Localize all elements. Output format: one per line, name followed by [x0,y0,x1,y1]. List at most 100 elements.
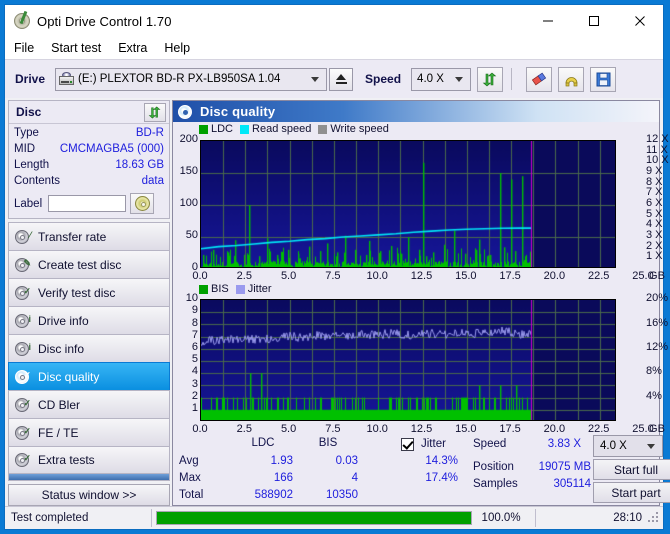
save-icon [596,72,611,86]
sidebar-item-create-test-disc[interactable]: ✎ Create test disc [8,250,170,278]
speed-select-value: 4.0 X [417,73,444,85]
disc-contents-label: Contents [14,175,61,187]
minimize-icon[interactable] [525,5,571,37]
menu-start-test[interactable]: Start test [51,41,101,55]
stats-col-ldc: LDC [251,437,275,449]
drive-icon [59,72,75,86]
toolbar-divider [511,68,513,90]
bis-y-tick: 6 [191,340,198,353]
stats-ldc-total: 588902 [254,489,293,501]
save-button[interactable] [590,66,617,92]
disc-label-label: Label [14,197,43,210]
menu-extra[interactable]: Extra [118,41,147,55]
sidebar-item-disc-quality[interactable]: ✓ Disc quality [8,362,170,390]
disc-icon: i [15,313,31,328]
disc-length-value: 18.63 GB [115,159,164,171]
status-message: Test completed [11,512,89,524]
legend-item-jitter: Jitter [235,283,272,295]
ldc-x-tick: 17.5 [499,270,521,282]
menu-file[interactable]: File [14,41,34,55]
sidebar-nav: ⁄ Transfer rate ✎ Create test disc ✓ Ver… [8,222,170,474]
status-bar: Test completed 100.0% 28:10 [5,506,663,529]
menu-bar: File Start test Extra Help [5,37,663,59]
test-speed-select[interactable]: 4.0 X [593,435,663,457]
maximize-icon[interactable] [571,5,617,37]
app-disc-icon [13,10,31,30]
legend-label-ldc: LDC [211,123,234,135]
legend-item-ldc: LDC [199,123,233,135]
legend-item-bis: BIS [199,283,229,295]
stats-jitter-avg: 14.3% [425,455,458,467]
ldc-y-tick: 50 [185,229,198,241]
disc-icon: i [15,341,31,356]
ldc-y-tick: 150 [179,165,198,177]
ldc-y2-tick: 3 X [646,229,663,241]
position-stat-value: 19075 MB [538,461,591,473]
disc-icon: ✎ [15,257,31,272]
menu-help[interactable]: Help [164,41,190,55]
sidebar-item-disc-info[interactable]: i Disc info [8,334,170,362]
start-full-button[interactable]: Start full [593,459,670,480]
jitter-checkbox[interactable] [401,438,414,451]
erase-button[interactable] [526,66,553,92]
disc-type-value: BD-R [135,127,164,139]
ldc-x-tick: 2.5 [236,270,252,282]
ldc-x-tick: 5.0 [280,270,297,282]
main-body: Disc Type BD-R MID CMCMAGBA5 (000) Lengt… [5,98,670,506]
bis-y-tick: 9 [191,304,198,317]
ldc-x-unit: GB [649,270,665,282]
legend-label-write-speed: Write speed [330,123,389,135]
bis-y-tick: 5 [191,353,198,366]
sidebar-item-transfer-rate[interactable]: ⁄ Transfer rate [8,222,170,250]
status-window-button[interactable]: Status window >> [8,484,170,506]
sidebar-item-drive-info[interactable]: i Drive info [8,306,170,334]
stats-ldc-max: 166 [273,472,293,484]
disc-label-button[interactable] [130,193,155,214]
drive-select-value: (E:) PLEXTOR BD-R PX-LB950SA 1.04 [78,73,281,85]
bis-y-tick: 1 [191,401,198,414]
ldc-y2-tick: 8 X [646,175,663,188]
eject-button[interactable] [329,67,354,91]
drive-select[interactable]: (E:) PLEXTOR BD-R PX-LB950SA 1.04 [55,67,328,91]
disc-mid-label: MID [14,143,36,155]
ldc-y2-tick: 5 X [646,207,663,220]
legend-item-read-speed: Read speed [240,123,311,135]
ldc-x-tick: 12.5 [410,270,433,282]
sidebar-item-label: Disc quality [38,369,100,384]
ldc-y2-tick: 12 X [646,133,669,145]
panel-header: Disc quality [173,101,659,122]
eject-icon [335,74,347,84]
sidebar-item-fe-te[interactable]: ✓ FE / TE [8,418,170,446]
sidebar-filler [8,474,170,481]
panel-title: Disc quality [200,104,276,119]
ldc-y2-tick: 11 X [646,143,668,156]
disc-refresh-button[interactable] [144,102,166,122]
magnet-button[interactable] [558,66,585,92]
sidebar-item-cd-bler[interactable]: ✓ CD Bler [8,390,170,418]
bis-y2-tick: 8% [646,365,662,378]
start-part-button[interactable]: Start part [593,482,670,503]
disc-label-input[interactable] [48,195,127,212]
elapsed-time: 28:10 [613,512,643,524]
disc-info-rows: Type BD-R MID CMCMAGBA5 (000) Length 18.… [9,124,169,218]
close-icon[interactable] [617,5,663,37]
charts-container: LDC Read speed Write speed 50 100 150 20… [173,122,670,505]
sidebar-item-verify-test-disc[interactable]: ✓ Verify test disc [8,278,170,306]
speed-select[interactable]: 4.0 X [411,67,472,91]
bis-plot-area [200,299,616,422]
legend-swatch-ldc [199,124,208,134]
resize-grip-icon[interactable] [648,512,660,524]
stats-row-max: Max [179,472,201,484]
sidebar-item-label: Disc info [38,341,85,356]
stats-bis-total: 10350 [326,489,358,501]
refresh-button[interactable] [477,66,504,92]
disc-icon: ✓ [15,425,31,440]
bis-y-tick: 3 [191,377,198,390]
sidebar-item-extra-tests[interactable]: ✓ Extra tests [8,446,170,474]
chevron-down-icon [455,76,464,82]
bis-y-tick: 2 [191,389,198,402]
ldc-x-tick: 0.0 [192,270,208,282]
sidebar: Disc Type BD-R MID CMCMAGBA5 (000) Lengt… [5,98,170,506]
legend-swatch-write-speed [318,124,328,134]
ldc-y2-tick: 6 X [646,197,663,209]
